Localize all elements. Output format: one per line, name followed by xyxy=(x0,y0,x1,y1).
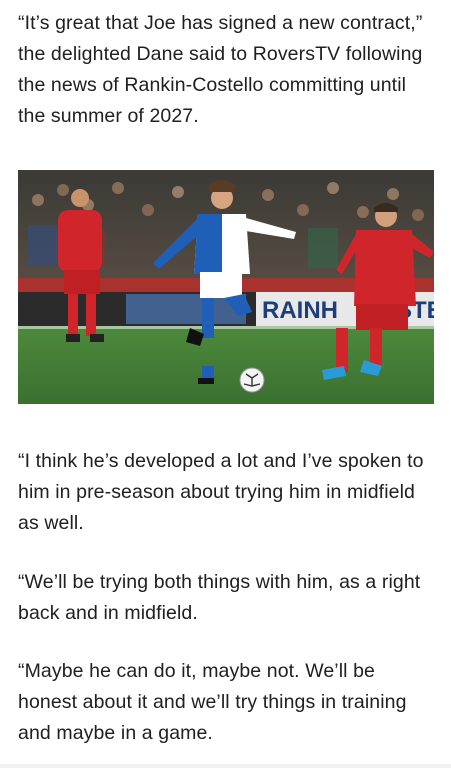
article-paragraph: “We’ll be trying both things with him, a… xyxy=(18,571,421,624)
match-photo-image: RAINH STEE xyxy=(18,170,434,404)
bottom-divider xyxy=(0,764,451,768)
article-paragraph: “Maybe he can do it, maybe not. We’ll be… xyxy=(18,660,407,744)
football xyxy=(239,367,265,393)
match-photo[interactable]: RAINH STEE xyxy=(18,170,434,404)
article-paragraph: “I think he’s developed a lot and I’ve s… xyxy=(18,450,424,534)
board-text-left: RAINH xyxy=(262,297,338,324)
article-paragraph: “It’s great that Joe has signed a new co… xyxy=(18,12,423,127)
